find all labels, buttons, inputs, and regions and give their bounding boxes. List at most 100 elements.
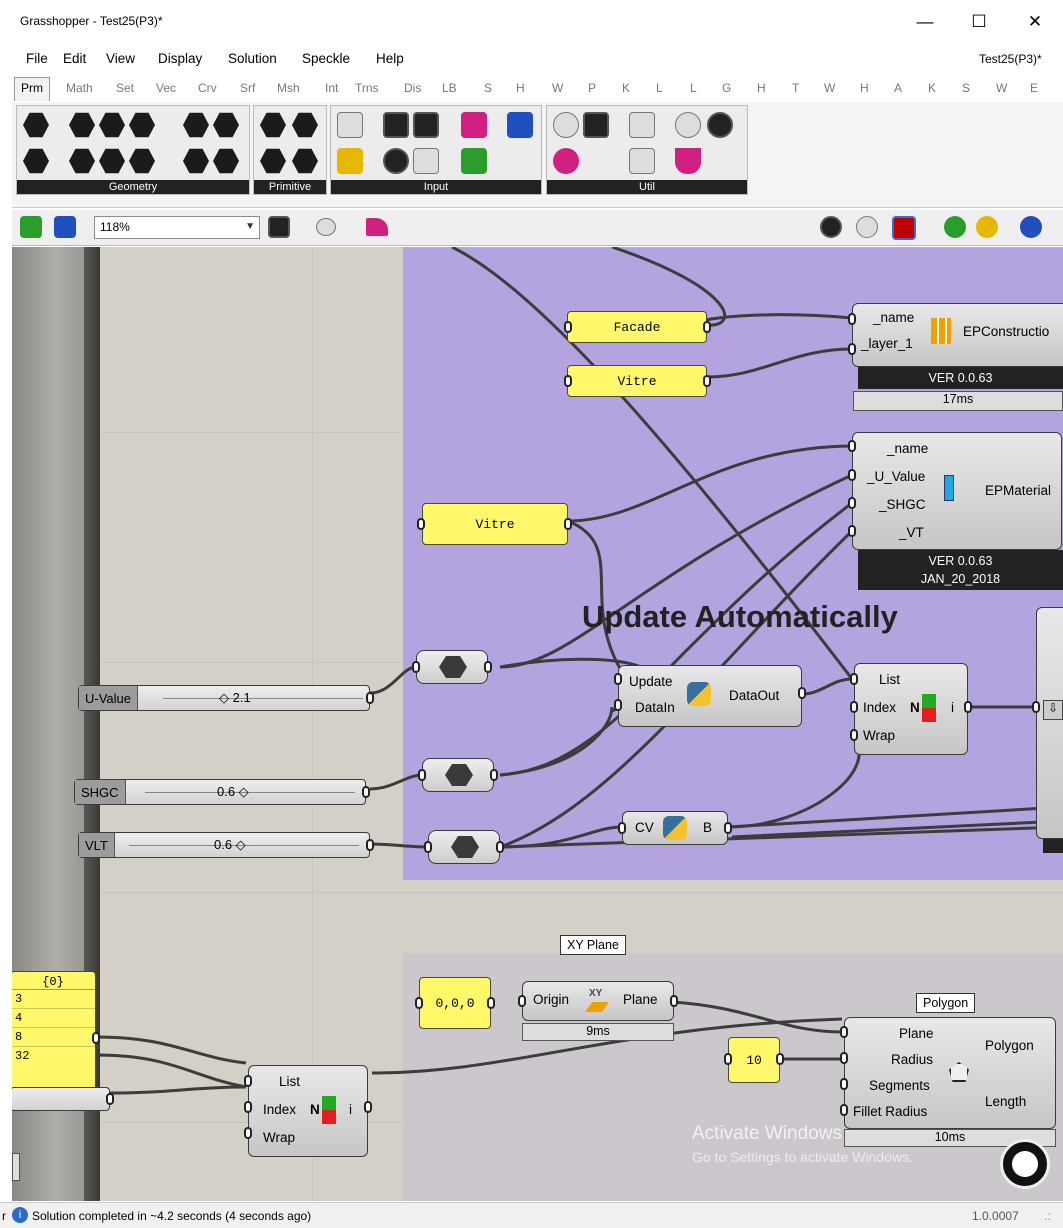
tab-int[interactable]: Int <box>325 81 338 95</box>
input-layer[interactable]: _layer_1 <box>861 336 913 351</box>
output-i[interactable]: i <box>951 700 954 715</box>
save-file-icon[interactable] <box>54 216 76 238</box>
relay-vlt[interactable] <box>428 830 500 864</box>
tab-w3[interactable]: W <box>996 81 1007 95</box>
slider-track[interactable] <box>145 792 355 793</box>
output-polygon[interactable]: Polygon <box>985 1038 1034 1053</box>
port[interactable] <box>618 822 626 834</box>
input-radius[interactable]: Radius <box>891 1052 933 1067</box>
mesh-icon[interactable] <box>183 148 209 174</box>
slider-shgc[interactable]: SHGC 0.6 ◇ <box>74 779 366 805</box>
port[interactable] <box>840 1026 848 1038</box>
port[interactable] <box>703 375 711 387</box>
panel-radius[interactable]: 10 <box>728 1037 780 1083</box>
ellipse-icon[interactable] <box>99 112 125 138</box>
tab-t[interactable]: T <box>792 81 799 95</box>
port[interactable] <box>848 440 856 452</box>
port[interactable] <box>424 841 432 853</box>
menu-display[interactable]: Display <box>158 51 202 66</box>
toggle-icon[interactable] <box>383 112 409 138</box>
output-length[interactable]: Length <box>985 1094 1026 1109</box>
input-cv[interactable]: CV <box>635 820 654 835</box>
port[interactable] <box>366 839 374 851</box>
ribbon-panel-label[interactable]: Util <box>547 180 747 194</box>
box-icon[interactable] <box>183 112 209 138</box>
input-origin[interactable]: Origin <box>533 992 569 1007</box>
point-icon[interactable] <box>23 112 49 138</box>
tab-w2[interactable]: W <box>824 81 835 95</box>
input-segments[interactable]: Segments <box>869 1078 930 1093</box>
port[interactable] <box>487 997 495 1009</box>
python-cv-component[interactable]: CV B <box>622 811 728 845</box>
tab-a[interactable]: A <box>894 81 902 95</box>
button-icon[interactable] <box>413 112 439 138</box>
tab-k[interactable]: K <box>622 81 630 95</box>
port[interactable] <box>614 699 622 711</box>
input-list[interactable]: List <box>879 672 900 687</box>
output-b[interactable]: B <box>703 820 712 835</box>
boolean-toggle-icon[interactable] <box>461 148 487 174</box>
ribbon-panel-label[interactable]: Primitive <box>254 180 326 194</box>
epconstruction-component[interactable]: _name _layer_1 EPConstructio <box>852 303 1063 367</box>
glasses-icon[interactable] <box>553 112 579 138</box>
port[interactable] <box>848 343 856 355</box>
text-icon[interactable] <box>292 148 318 174</box>
tab-msh[interactable]: Msh <box>277 81 300 95</box>
xy-plane-component[interactable]: Origin XY Plane <box>522 981 674 1021</box>
arc-icon[interactable] <box>69 148 95 174</box>
epmaterial-component[interactable]: _name _U_Value _SHGC _VT EPMaterial <box>852 432 1062 550</box>
input-shgc[interactable]: _SHGC <box>879 497 926 512</box>
eye-icon[interactable] <box>675 112 701 138</box>
port[interactable] <box>724 822 732 834</box>
document-preview-icon[interactable] <box>944 216 966 238</box>
panel-vitre-material[interactable]: Vitre <box>422 503 568 545</box>
port[interactable] <box>490 769 498 781</box>
tab-h2[interactable]: H <box>757 81 766 95</box>
tab-s[interactable]: S <box>484 81 492 95</box>
info-icon[interactable]: i <box>12 1207 28 1223</box>
slider-value[interactable]: 0.6 ◇ <box>217 784 249 800</box>
preview-wire-icon[interactable] <box>820 216 842 238</box>
relay-u-value[interactable] <box>416 650 488 684</box>
list-input-icon[interactable] <box>413 148 439 174</box>
slider-value[interactable]: 0.6 ◇ <box>214 837 246 853</box>
tab-l1[interactable]: L <box>656 81 663 95</box>
port[interactable] <box>92 1032 100 1044</box>
port[interactable] <box>366 692 374 704</box>
port[interactable] <box>244 1075 252 1087</box>
port[interactable] <box>848 469 856 481</box>
port[interactable] <box>840 1052 848 1064</box>
minimize-button[interactable]: — <box>902 10 948 34</box>
port[interactable] <box>724 1053 732 1065</box>
port[interactable] <box>850 673 858 685</box>
port[interactable] <box>415 997 423 1009</box>
grasshopper-canvas[interactable]: Facade Vitre Vitre 0,0,0 10 _name _layer… <box>12 247 1063 1201</box>
port[interactable] <box>496 841 504 853</box>
output-dataout[interactable]: DataOut <box>729 688 779 703</box>
tab-crv[interactable]: Crv <box>198 81 217 95</box>
port[interactable] <box>670 995 678 1007</box>
port[interactable] <box>484 661 492 673</box>
input-index[interactable]: Index <box>263 1102 296 1117</box>
preview-shaded-icon[interactable] <box>856 216 878 238</box>
tab-srf[interactable]: Srf <box>240 81 255 95</box>
port[interactable] <box>364 1101 372 1113</box>
tab-s2[interactable]: S <box>962 81 970 95</box>
cherry-icon[interactable] <box>553 148 579 174</box>
port[interactable] <box>564 375 572 387</box>
port[interactable] <box>412 661 420 673</box>
preview-eye-icon[interactable] <box>316 218 336 236</box>
port[interactable] <box>417 518 425 530</box>
slider-index[interactable] <box>12 1087 110 1111</box>
integer-icon[interactable] <box>260 148 286 174</box>
menu-view[interactable]: View <box>106 51 135 66</box>
port[interactable] <box>564 518 572 530</box>
tab-e[interactable]: E <box>1030 81 1038 95</box>
slider-icon[interactable] <box>337 112 363 138</box>
port[interactable] <box>703 321 711 333</box>
input-name[interactable]: _name <box>873 310 914 325</box>
colour-swatch-icon[interactable] <box>383 148 409 174</box>
input-list[interactable]: List <box>279 1074 300 1089</box>
resize-grip-icon[interactable]: .: <box>1044 1209 1051 1223</box>
input-datain[interactable]: DataIn <box>635 700 675 715</box>
